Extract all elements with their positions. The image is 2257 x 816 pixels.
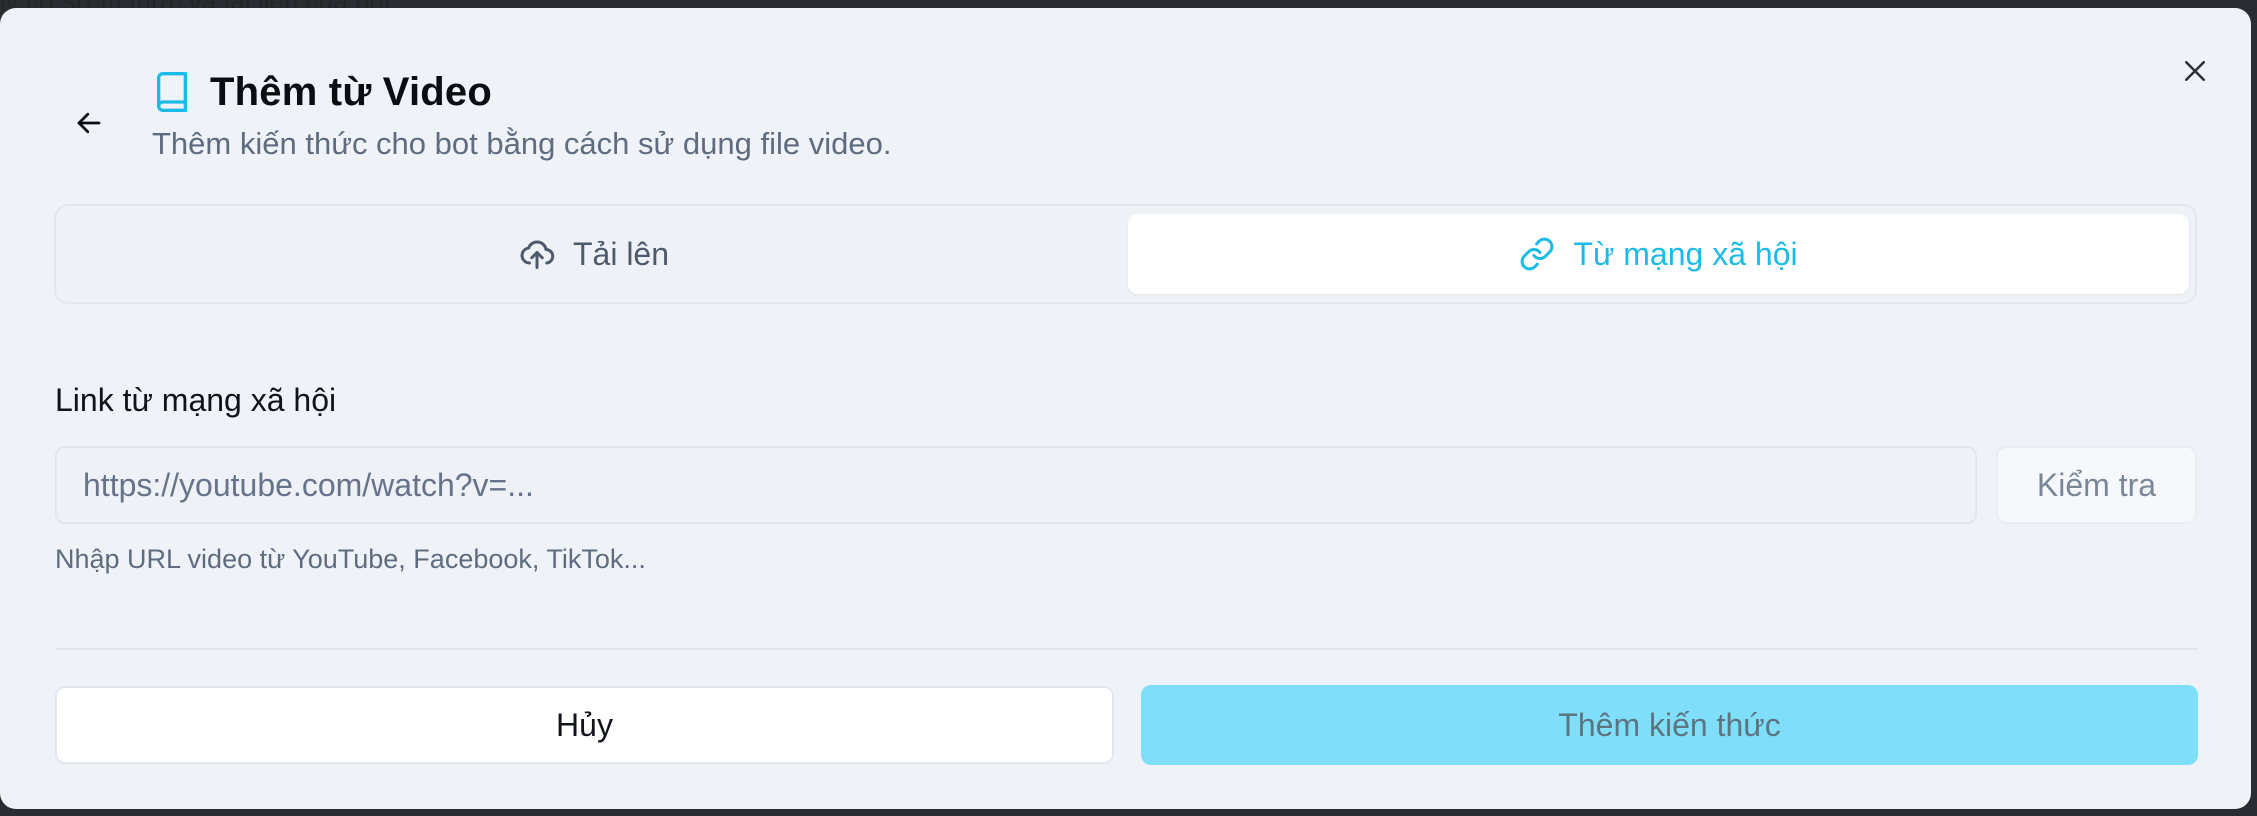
dialog-title: Thêm từ Video — [210, 69, 492, 114]
source-tabs: Tải lên Từ mạng xã hội — [54, 204, 2197, 304]
tab-social-label: Từ mạng xã hội — [1573, 235, 1798, 272]
add-video-dialog: Thêm từ Video Thêm kiến thức cho bot bằn… — [0, 8, 2251, 809]
check-button[interactable]: Kiểm tra — [1996, 446, 2197, 524]
close-icon — [2185, 61, 2205, 81]
cloud-upload-icon — [519, 235, 557, 273]
arrow-left-icon — [77, 112, 101, 134]
dialog-header: Thêm từ Video — [152, 64, 492, 120]
footer-divider — [55, 648, 2198, 650]
link-field-label: Link từ mạng xã hội — [55, 382, 337, 418]
url-hint: Nhập URL video từ YouTube, Facebook, Tik… — [55, 544, 646, 574]
tab-social[interactable]: Từ mạng xã hội — [1128, 214, 2189, 294]
close-button[interactable] — [2172, 48, 2218, 94]
cancel-button[interactable]: Hủy — [55, 686, 1114, 764]
back-button[interactable] — [66, 100, 112, 146]
url-input[interactable] — [55, 446, 1977, 524]
tab-upload-label: Tải lên — [572, 235, 670, 272]
tab-upload[interactable]: Tải lên — [64, 214, 1124, 294]
dialog-subtitle: Thêm kiến thức cho bot bằng cách sử dụng… — [152, 126, 892, 161]
add-knowledge-button[interactable]: Thêm kiến thức — [1141, 685, 2198, 765]
book-icon — [152, 69, 192, 115]
link-icon — [1519, 235, 1557, 273]
